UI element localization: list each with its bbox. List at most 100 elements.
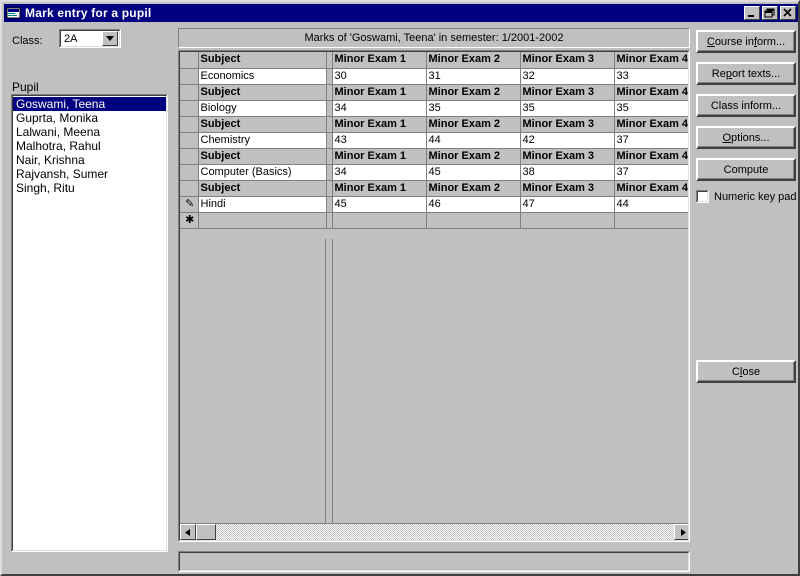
pupil-list-item[interactable]: Goswami, Teena [13, 97, 166, 111]
pupil-list-item[interactable]: Nair, Krishna [13, 153, 166, 167]
grid-header-subject[interactable]: Subject [198, 52, 327, 69]
grid-cell-subject[interactable]: Chemistry [198, 132, 327, 149]
grid-cell-mark[interactable]: 35 [426, 100, 521, 117]
grid-header-exam[interactable]: Minor Exam 2 [426, 52, 521, 69]
class-combobox[interactable]: 2A [59, 29, 121, 48]
grid-cell-mark[interactable]: 38 [520, 164, 615, 181]
grid-row-selector[interactable] [180, 148, 199, 165]
grid-header-exam[interactable]: Minor Exam 1 [332, 116, 427, 133]
grid-cell-mark[interactable]: 45 [332, 196, 427, 213]
pupil-list-item[interactable]: Rajvansh, Sumer [13, 167, 166, 181]
horizontal-scrollbar-track[interactable] [196, 524, 674, 540]
grid-header-subject[interactable]: Subject [198, 148, 327, 165]
grid-row-selector[interactable]: ✎ [180, 196, 199, 213]
grid-header-exam[interactable]: Minor Exam 3 [520, 84, 615, 101]
grid-row-selector[interactable] [180, 84, 199, 101]
pupil-listbox[interactable]: Goswami, Teena Guprta, Monika Lalwani, Mee… [11, 94, 168, 552]
course-inform-button[interactable]: Course inform... [696, 30, 796, 53]
grid-header-exam[interactable]: Minor Exam 4 [614, 180, 688, 197]
pupil-list-item[interactable]: Guprta, Monika [13, 111, 166, 125]
grid-row-selector[interactable] [180, 100, 199, 117]
close-icon[interactable] [780, 6, 796, 20]
grid-cell-subject[interactable]: Economics [198, 68, 327, 85]
grid-data-row[interactable]: Economics 30 31 32 33 [180, 68, 688, 85]
grid-cell-mark[interactable]: 35 [614, 100, 688, 117]
grid-cell-mark[interactable]: 35 [520, 100, 615, 117]
grid-header-exam[interactable]: Minor Exam 3 [520, 116, 615, 133]
grid-row-selector[interactable] [180, 116, 199, 133]
horizontal-scrollbar-thumb[interactable] [196, 524, 216, 540]
grid-cell-mark[interactable]: 37 [614, 164, 688, 181]
grid-cell-subject[interactable]: Biology [198, 100, 327, 117]
grid-cell-mark[interactable] [520, 212, 615, 229]
grid-cell-subject[interactable] [198, 212, 327, 229]
scroll-left-icon[interactable] [180, 524, 196, 540]
grid-cell-mark[interactable]: 34 [332, 100, 427, 117]
numeric-keypad-checkbox-row[interactable]: Numeric key pad [696, 190, 797, 203]
grid-header-exam[interactable]: Minor Exam 4 [614, 84, 688, 101]
grid-header-exam[interactable]: Minor Exam 4 [614, 52, 688, 69]
grid-data-row[interactable]: Chemistry 43 44 42 37 [180, 132, 688, 149]
grid-header-subject[interactable]: Subject [198, 180, 327, 197]
grid-cell-mark[interactable]: 33 [614, 68, 688, 85]
grid-cell-mark[interactable]: 43 [332, 132, 427, 149]
class-inform-button[interactable]: Class inform... [696, 94, 796, 117]
grid-header-exam[interactable]: Minor Exam 2 [426, 148, 521, 165]
grid-row-selector[interactable] [180, 68, 199, 85]
grid-header-exam[interactable]: Minor Exam 3 [520, 148, 615, 165]
grid-header-exam[interactable]: Minor Exam 2 [426, 116, 521, 133]
horizontal-scrollbar[interactable] [180, 523, 688, 540]
options-button[interactable]: Options... [696, 126, 796, 149]
grid-cell-mark[interactable]: 34 [332, 164, 427, 181]
grid-row-selector[interactable] [180, 132, 199, 149]
grid-row-selector[interactable] [180, 164, 199, 181]
grid-header-exam[interactable]: Minor Exam 1 [332, 52, 427, 69]
compute-button[interactable]: Compute [696, 158, 796, 181]
grid-header-exam[interactable]: Minor Exam 3 [520, 180, 615, 197]
grid-cell-mark[interactable]: 42 [520, 132, 615, 149]
grid-cell-mark[interactable]: 46 [426, 196, 521, 213]
close-button[interactable]: Close [696, 360, 796, 383]
grid-cell-subject[interactable]: Computer (Basics) [198, 164, 327, 181]
grid-header-exam[interactable]: Minor Exam 3 [520, 52, 615, 69]
grid-cell-mark[interactable]: 32 [520, 68, 615, 85]
grid-cell-mark[interactable]: 44 [426, 132, 521, 149]
grid-data-row[interactable]: Biology 34 35 35 35 [180, 100, 688, 117]
chevron-down-icon[interactable] [102, 31, 118, 46]
grid-header-exam[interactable]: Minor Exam 4 [614, 116, 688, 133]
grid-header-exam[interactable]: Minor Exam 1 [332, 180, 427, 197]
grid-cell-mark[interactable]: 45 [426, 164, 521, 181]
restore-icon[interactable] [762, 6, 778, 20]
grid-row-selector[interactable] [180, 180, 199, 197]
scroll-right-icon[interactable] [674, 524, 688, 540]
grid-cell-mark[interactable] [426, 212, 521, 229]
new-record-icon[interactable]: ✱ [180, 212, 199, 229]
grid-header-subject[interactable]: Subject [198, 116, 327, 133]
grid-cell-mark[interactable]: 31 [426, 68, 521, 85]
marks-grid: Subject Minor Exam 1 Minor Exam 2 Minor Exa… [180, 52, 688, 229]
grid-data-row[interactable]: Computer (Basics) 34 45 38 37 [180, 164, 688, 181]
grid-new-record-row[interactable]: ✱ [180, 212, 688, 229]
grid-cell-mark[interactable] [332, 212, 427, 229]
grid-cell-mark[interactable]: 30 [332, 68, 427, 85]
grid-header-exam[interactable]: Minor Exam 2 [426, 180, 521, 197]
grid-cell-mark[interactable]: 47 [520, 196, 615, 213]
grid-header-exam[interactable]: Minor Exam 2 [426, 84, 521, 101]
pupil-list-item[interactable]: Malhotra, Rahul [13, 139, 166, 153]
grid-header-exam[interactable]: Minor Exam 1 [332, 84, 427, 101]
minimize-icon[interactable] [744, 6, 760, 20]
grid-cell-mark[interactable]: 44 [614, 196, 688, 213]
grid-cell-mark[interactable] [614, 212, 688, 229]
grid-header-exam[interactable]: Minor Exam 4 [614, 148, 688, 165]
grid-cell-mark[interactable]: 37 [614, 132, 688, 149]
report-texts-button[interactable]: Report texts... [696, 62, 796, 85]
grid-cell-subject[interactable]: Hindi [198, 196, 327, 213]
grid-header-exam[interactable]: Minor Exam 1 [332, 148, 427, 165]
marks-grid-scroll-area[interactable]: Subject Minor Exam 1 Minor Exam 2 Minor Exa… [180, 52, 688, 523]
pupil-list-item[interactable]: Lalwani, Meena [13, 125, 166, 139]
pupil-list-item[interactable]: Singh, Ritu [13, 181, 166, 195]
grid-header-subject[interactable]: Subject [198, 84, 327, 101]
numeric-keypad-checkbox[interactable] [696, 190, 709, 203]
grid-data-row[interactable]: ✎ Hindi 45 46 47 44 [180, 196, 688, 213]
grid-row-selector[interactable] [180, 52, 199, 69]
